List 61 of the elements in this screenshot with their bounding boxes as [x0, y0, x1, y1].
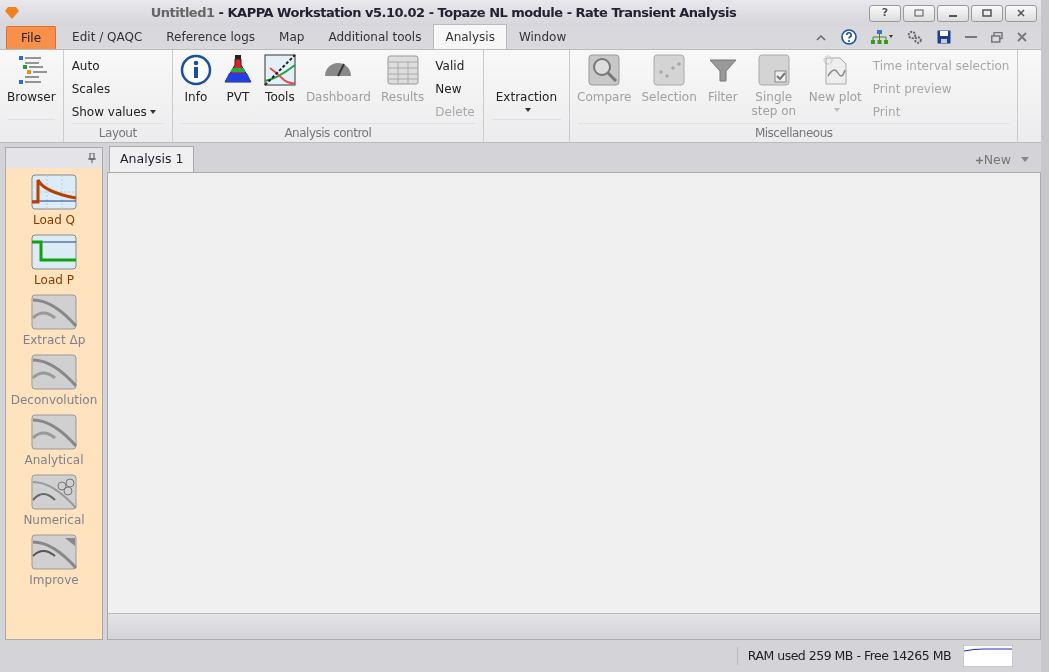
- tool-button[interactable]: Load P: [6, 228, 102, 288]
- curve-chart-icon: [31, 474, 77, 510]
- ribbon-button[interactable]: Tools: [260, 54, 299, 104]
- curve-chart-icon: [31, 414, 77, 450]
- plus-icon: [975, 157, 983, 164]
- help-icon[interactable]: [841, 29, 857, 45]
- curve-chart-icon: [31, 354, 77, 390]
- ribbon-tab[interactable]: Window: [506, 24, 579, 49]
- fullscreen-icon: [914, 9, 924, 17]
- restore-icon[interactable]: [991, 31, 1003, 43]
- memory-status: RAM used 259 MB - Free 14265 MB: [736, 646, 951, 666]
- settings-icon[interactable]: [907, 30, 923, 44]
- maximize-icon: [982, 9, 992, 17]
- plot-icon: [263, 54, 296, 86]
- collapse-icon[interactable]: [815, 33, 827, 41]
- maximize-button[interactable]: [971, 4, 1003, 22]
- ribbon-tab[interactable]: Additional tools: [316, 24, 434, 49]
- save-icon[interactable]: [937, 30, 951, 44]
- ribbon-tab[interactable]: Reference logs: [154, 24, 268, 49]
- ribbon-button[interactable]: Valid: [431, 54, 479, 77]
- group-label: Layout: [71, 123, 164, 142]
- document-tab[interactable]: Analysis 1: [109, 146, 195, 172]
- dropdown-icon[interactable]: [1021, 157, 1029, 162]
- minimize-icon[interactable]: [965, 35, 977, 39]
- minimize-button[interactable]: [937, 4, 969, 22]
- curve-chart-icon: [31, 294, 77, 330]
- ribbon-button[interactable]: PVT: [218, 54, 257, 104]
- close-icon[interactable]: [1017, 32, 1027, 42]
- table-icon: [386, 54, 419, 86]
- ribbon-button[interactable]: Info: [176, 54, 215, 104]
- minimize-icon: [948, 15, 958, 17]
- flask-icon: [221, 54, 254, 86]
- group-label: Analysis control: [180, 123, 475, 142]
- close-button[interactable]: [1005, 4, 1037, 22]
- info-icon: [179, 54, 212, 86]
- magnifier-icon: [588, 54, 621, 86]
- ribbon-button[interactable]: Browser: [4, 54, 59, 104]
- scatter-icon: [653, 54, 686, 86]
- ribbon-button[interactable]: New: [431, 77, 479, 100]
- ribbon-button[interactable]: Show values: [67, 100, 160, 123]
- ribbon-tab[interactable]: Analysis: [433, 24, 507, 49]
- step-chart-icon: [31, 234, 77, 270]
- file-menu-button[interactable]: File: [6, 26, 57, 49]
- help-button[interactable]: ?: [869, 4, 901, 22]
- horizontal-scrollbar[interactable]: [108, 613, 1040, 639]
- rate-chart-icon: [31, 174, 77, 210]
- window-title: Untitled1 - KAPPA Workstation v5.10.02 - Topaze NL module - Rate Transient Analysis: [149, 4, 738, 23]
- logo-icon: [4, 6, 20, 20]
- pin-icon[interactable]: [88, 153, 96, 163]
- curve-chart-icon: [31, 534, 77, 570]
- tool-button[interactable]: Load Q: [6, 168, 102, 228]
- ribbon-button[interactable]: Extraction: [487, 54, 566, 112]
- ribbon-button[interactable]: Auto: [67, 54, 160, 77]
- ribbon-button[interactable]: Scales: [67, 77, 160, 100]
- group-label: Miscellaneous: [578, 123, 1010, 142]
- ribbon-tab[interactable]: Map: [267, 24, 317, 49]
- memory-sparkline: [963, 645, 1013, 667]
- checkbox-icon: [757, 54, 790, 86]
- network-icon[interactable]: [871, 30, 893, 44]
- ribbon-tab[interactable]: Edit / QAQC: [60, 24, 155, 49]
- close-icon: [1017, 9, 1025, 17]
